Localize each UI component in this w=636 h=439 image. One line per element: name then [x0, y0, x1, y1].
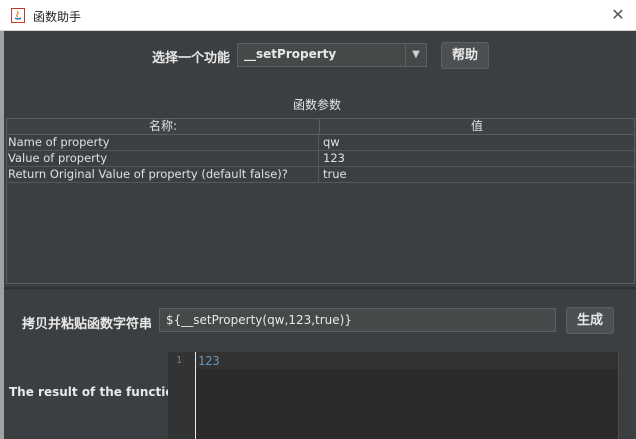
- function-select-label: 选择一个功能: [152, 51, 231, 66]
- param-name[interactable]: Name of property: [8, 135, 319, 150]
- table-row[interactable]: Return Original Value of property (defau…: [7, 167, 634, 183]
- result-editor[interactable]: 1 123: [168, 352, 618, 439]
- result-text[interactable]: 123: [198, 354, 220, 368]
- function-select-value: __setProperty: [244, 47, 337, 61]
- table-row[interactable]: Value of property 123: [7, 151, 634, 167]
- vertical-scrollbar[interactable]: [618, 352, 632, 439]
- param-name[interactable]: Return Original Value of property (defau…: [8, 167, 319, 182]
- function-select[interactable]: __setProperty ▼: [237, 43, 427, 67]
- table-row[interactable]: Name of property qw: [7, 135, 634, 151]
- params-heading: 函数参数: [293, 98, 342, 112]
- title-bar: 函数助手 ✕: [0, 0, 636, 31]
- column-header-name[interactable]: 名称:: [7, 119, 320, 134]
- chevron-down-icon[interactable]: ▼: [405, 44, 426, 66]
- table-header: 名称: 值: [7, 119, 634, 135]
- line-number: 1: [176, 355, 183, 366]
- function-string-field[interactable]: ${__setProperty(qw,123,true)}: [159, 308, 556, 332]
- current-line-highlight: [196, 352, 618, 369]
- help-button[interactable]: 帮助: [441, 42, 489, 69]
- function-helper-panel: 选择一个功能 __setProperty ▼ 帮助 函数参数 名称: 值 Nam…: [4, 31, 636, 439]
- split-divider[interactable]: [4, 287, 636, 289]
- param-value[interactable]: 123: [323, 151, 633, 166]
- generate-button[interactable]: 生成: [566, 307, 614, 334]
- gutter-divider: [195, 352, 196, 439]
- copy-string-label: 拷贝并粘贴函数字符串: [22, 317, 153, 332]
- param-value[interactable]: qw: [323, 135, 633, 150]
- java-app-icon: [11, 8, 25, 23]
- params-table: 名称: 值 Name of property qw Value of prope…: [6, 118, 635, 284]
- window-title: 函数助手: [33, 10, 82, 24]
- close-icon[interactable]: ✕: [608, 5, 628, 25]
- column-header-value[interactable]: 值: [320, 119, 634, 134]
- param-value[interactable]: true: [323, 167, 633, 182]
- param-name[interactable]: Value of property: [8, 151, 319, 166]
